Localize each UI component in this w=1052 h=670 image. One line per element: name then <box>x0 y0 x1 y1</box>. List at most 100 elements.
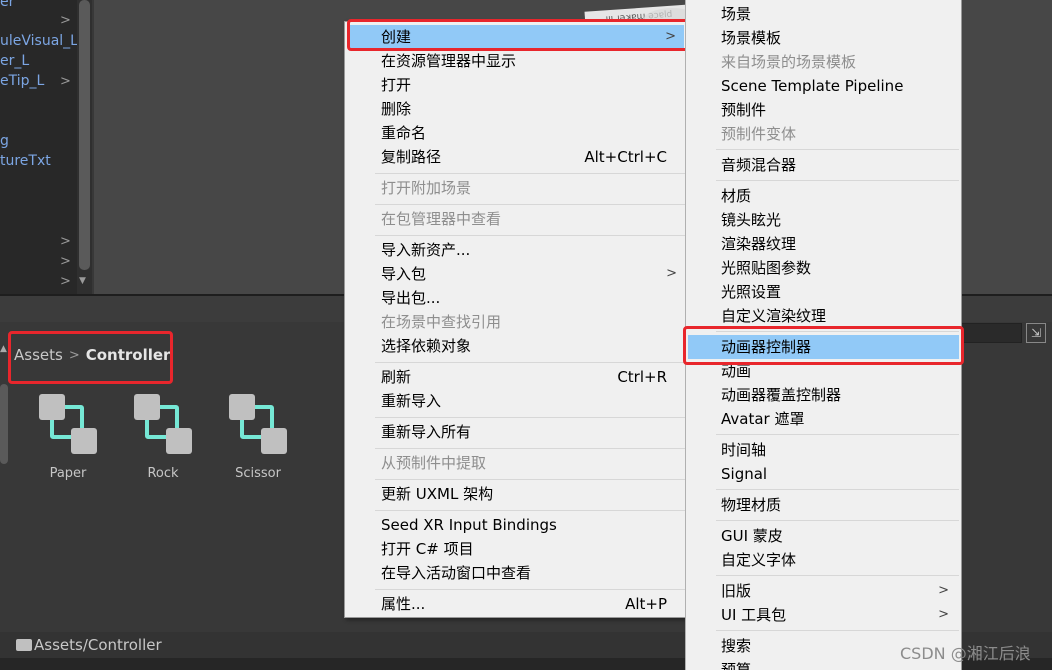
submenu-item-label: Signal <box>721 465 768 483</box>
chevron-right-icon[interactable]: > <box>60 234 71 249</box>
menu-separator <box>375 510 685 511</box>
submenu-item-label: 预制件 <box>721 101 767 119</box>
menu-item-label: 从预制件中提取 <box>381 454 487 472</box>
asset-item[interactable]: Rock <box>131 394 195 481</box>
hierarchy-item[interactable]: er <box>0 0 14 10</box>
submenu-item-lens-flare[interactable]: 镜头眩光 <box>686 208 961 232</box>
create-submenu: 场景 场景模板 来自场景的场景模板 Scene Template Pipelin… <box>685 0 962 670</box>
hierarchy-item[interactable]: er_L <box>0 53 29 69</box>
menu-item-reimport-all[interactable]: 重新导入所有 <box>345 420 685 444</box>
submenu-item-avatar-mask[interactable]: Avatar 遮罩 <box>686 407 961 431</box>
hierarchy-item[interactable]: tureTxt <box>0 153 51 169</box>
menu-separator <box>375 448 685 449</box>
menu-separator <box>716 520 959 521</box>
menu-item-show-in-explorer[interactable]: 在资源管理器中显示 <box>345 49 685 73</box>
asset-item[interactable]: Scissor <box>226 394 290 481</box>
menu-item-select-dependencies[interactable]: 选择依赖对象 <box>345 334 685 358</box>
menu-item-view-in-import-activity[interactable]: 在导入活动窗口中查看 <box>345 561 685 585</box>
submenu-item-prefab[interactable]: 预制件 <box>686 98 961 122</box>
chevron-right-icon[interactable]: > <box>60 13 71 28</box>
submenu-item-label: 动画器覆盖控制器 <box>721 386 842 404</box>
menu-item-label: 在包管理器中查看 <box>381 210 502 228</box>
menu-item-view-in-package-manager: 在包管理器中查看 <box>345 207 685 231</box>
menu-item-export-package[interactable]: 导出包... <box>345 286 685 310</box>
chevron-right-icon[interactable]: > <box>60 274 71 289</box>
menu-item-copy-path[interactable]: 复制路径 Alt+Ctrl+C <box>345 145 685 169</box>
menu-item-open[interactable]: 打开 <box>345 73 685 97</box>
submenu-item-label: 物理材质 <box>721 496 782 514</box>
hierarchy-item[interactable]: uleVisual_L <box>0 33 78 49</box>
asset-item[interactable]: Paper <box>36 394 100 481</box>
menu-item-properties[interactable]: 属性... Alt+P <box>345 592 685 616</box>
asset-label: Rock <box>147 466 179 481</box>
menu-item-rename[interactable]: 重命名 <box>345 121 685 145</box>
hierarchy-item[interactable]: g <box>0 133 9 149</box>
menu-item-reimport[interactable]: 重新导入 <box>345 389 685 413</box>
project-search-input[interactable] <box>960 323 1022 343</box>
submenu-item-label: GUI 蒙皮 <box>721 527 783 545</box>
scroll-down-icon[interactable]: ▼ <box>79 276 86 286</box>
watermark: CSDN @湘江后浪 <box>900 644 1031 663</box>
menu-item-import-package[interactable]: 导入包 > <box>345 262 685 286</box>
submenu-item-lighting-settings[interactable]: 光照设置 <box>686 280 961 304</box>
chevron-right-icon: > <box>68 347 80 363</box>
submenu-item-audio-mixer[interactable]: 音频混合器 <box>686 153 961 177</box>
menu-separator <box>375 204 685 205</box>
menu-shortcut: Alt+P <box>625 595 667 613</box>
submenu-item-animator-controller[interactable]: 动画器控制器 <box>688 335 959 359</box>
submenu-item-label: 动画器控制器 <box>721 338 812 356</box>
submenu-item-custom-font[interactable]: 自定义字体 <box>686 548 961 572</box>
submenu-item-physic-material[interactable]: 物理材质 <box>686 493 961 517</box>
submenu-item-signal[interactable]: Signal <box>686 462 961 486</box>
submenu-item-gui-skin[interactable]: GUI 蒙皮 <box>686 524 961 548</box>
submenu-item-lightmap-parameters[interactable]: 光照贴图参数 <box>686 256 961 280</box>
menu-item-create[interactable]: 创建 > <box>348 25 684 49</box>
menu-item-label: 更新 UXML 架构 <box>381 485 494 503</box>
submenu-item-render-texture[interactable]: 渲染器纹理 <box>686 232 961 256</box>
menu-item-update-uxml-schema[interactable]: 更新 UXML 架构 <box>345 482 685 506</box>
menu-separator <box>375 589 685 590</box>
submenu-item-ui-toolkit[interactable]: UI 工具包 > <box>686 603 961 627</box>
chevron-right-icon[interactable]: > <box>60 254 71 269</box>
chevron-right-icon: > <box>665 29 676 44</box>
menu-item-find-references: 在场景中查找引用 <box>345 310 685 334</box>
submenu-item-label: 光照贴图参数 <box>721 259 812 277</box>
submenu-item-label: 搜索 <box>721 637 752 655</box>
submenu-item-animation[interactable]: 动画 <box>686 359 961 383</box>
submenu-item-legacy[interactable]: 旧版 > <box>686 579 961 603</box>
menu-item-label: 属性... <box>381 595 426 613</box>
submenu-item-label: 自定义字体 <box>721 551 797 569</box>
submenu-item-scene-template-pipeline[interactable]: Scene Template Pipeline <box>686 74 961 98</box>
menu-item-label: Seed XR Input Bindings <box>381 516 557 534</box>
breadcrumb-assets[interactable]: Assets <box>14 346 63 364</box>
menu-item-label: 在导入活动窗口中查看 <box>381 564 532 582</box>
submenu-item-scene-template[interactable]: 场景模板 <box>686 26 961 50</box>
search-filter-icon[interactable]: ⇲ <box>1026 323 1046 343</box>
menu-item-delete[interactable]: 删除 <box>345 97 685 121</box>
submenu-item-label: 旧版 <box>721 582 752 600</box>
animator-controller-icon <box>134 394 192 456</box>
menu-item-seed-xr-input-bindings[interactable]: Seed XR Input Bindings <box>345 513 685 537</box>
submenu-item-timeline[interactable]: 时间轴 <box>686 438 961 462</box>
project-scrollbar[interactable] <box>0 384 8 464</box>
menu-separator <box>375 362 685 363</box>
menu-item-label: 删除 <box>381 100 412 118</box>
submenu-item-label: UI 工具包 <box>721 606 787 624</box>
submenu-item-material[interactable]: 材质 <box>686 184 961 208</box>
menu-item-import-new-asset[interactable]: 导入新资产... <box>345 238 685 262</box>
submenu-item-scene[interactable]: 场景 <box>686 2 961 26</box>
submenu-item-custom-render-texture[interactable]: 自定义渲染纹理 <box>686 304 961 328</box>
menu-item-label: 导出包... <box>381 289 441 307</box>
hierarchy-panel: er > uleVisual_L er_L eTip_L > g tureTxt… <box>0 0 92 294</box>
collapse-icon[interactable]: ▲ <box>0 344 7 354</box>
menu-item-open-csharp-project[interactable]: 打开 C# 项目 <box>345 537 685 561</box>
chevron-right-icon[interactable]: > <box>60 74 71 89</box>
menu-item-refresh[interactable]: 刷新 Ctrl+R <box>345 365 685 389</box>
menu-item-label: 重命名 <box>381 124 427 142</box>
hierarchy-item[interactable]: eTip_L <box>0 73 44 89</box>
chevron-right-icon: > <box>666 266 677 281</box>
hierarchy-scrollbar-thumb[interactable] <box>79 0 90 270</box>
submenu-item-label: 预制件变体 <box>721 125 797 143</box>
submenu-item-animator-override-controller[interactable]: 动画器覆盖控制器 <box>686 383 961 407</box>
breadcrumb-controller[interactable]: Controller <box>86 346 171 364</box>
